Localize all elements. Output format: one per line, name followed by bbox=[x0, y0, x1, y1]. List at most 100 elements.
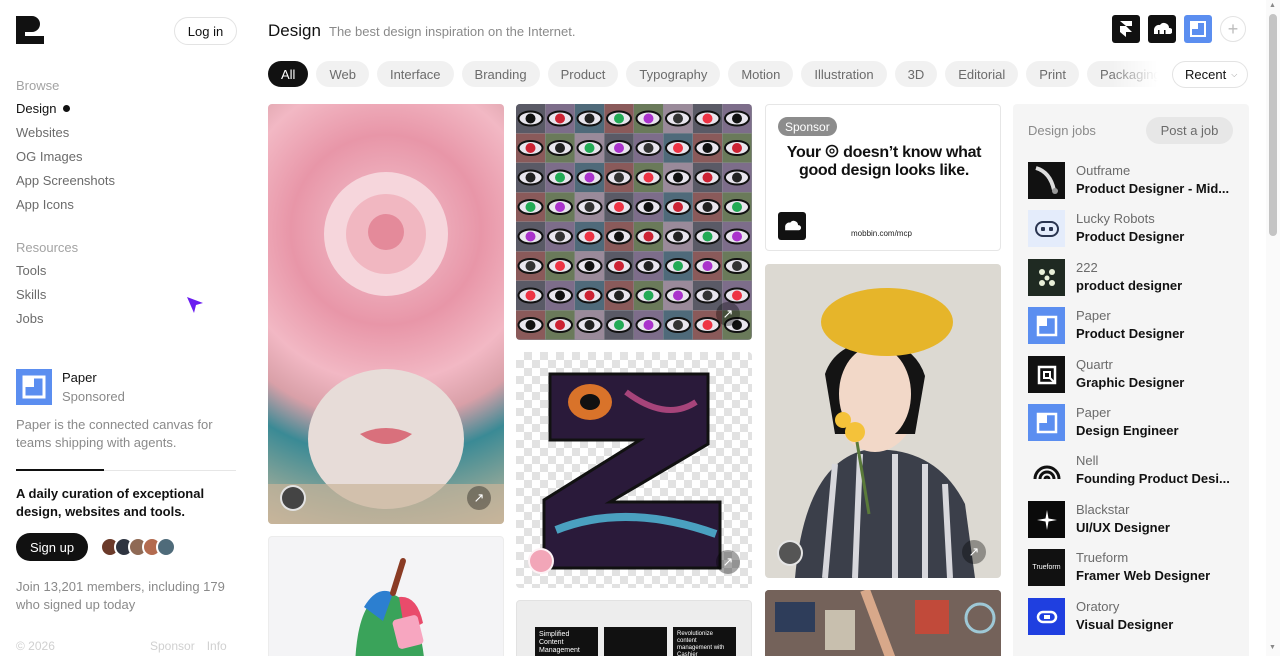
job-listing[interactable]: Paper Product Designer bbox=[1028, 307, 1238, 345]
sort-dropdown[interactable]: Recent ⌵ bbox=[1172, 61, 1248, 88]
nell-logo-icon bbox=[1028, 452, 1065, 489]
openai-logo-icon bbox=[825, 144, 839, 158]
job-company: 222 bbox=[1076, 260, 1098, 275]
jobs-title: Design jobs bbox=[1028, 123, 1096, 138]
job-title: product designer bbox=[1076, 278, 1183, 293]
avatar[interactable] bbox=[777, 540, 803, 566]
job-company: Lucky Robots bbox=[1076, 211, 1155, 226]
nav-item-tools[interactable]: Tools bbox=[16, 263, 46, 278]
nav-item-websites[interactable]: Websites bbox=[16, 125, 69, 140]
join-text: Join 13,201 members, including 179 who s… bbox=[16, 579, 225, 612]
job-listing[interactable]: Blackstar UI/UX Designer bbox=[1028, 501, 1238, 539]
chip-web[interactable]: Web bbox=[316, 61, 369, 87]
chip-interface[interactable]: Interface bbox=[376, 61, 454, 87]
footer-link-sponsor[interactable]: Sponsor bbox=[150, 639, 195, 653]
avatar[interactable] bbox=[528, 548, 554, 574]
design-card-flower-portrait[interactable]: ↗ bbox=[268, 104, 504, 524]
nav-item-og-images[interactable]: OG Images bbox=[16, 149, 82, 164]
job-company: Blackstar bbox=[1076, 502, 1130, 517]
open-external-icon[interactable]: ↗ bbox=[467, 486, 491, 510]
nav-item-design[interactable]: Design bbox=[16, 101, 71, 116]
chip-product[interactable]: Product bbox=[547, 61, 619, 87]
chip-motion[interactable]: Motion bbox=[728, 61, 794, 87]
chip-typography[interactable]: Typography bbox=[626, 61, 721, 87]
job-listing[interactable]: 222 product designer bbox=[1028, 259, 1238, 297]
avatar[interactable] bbox=[280, 485, 306, 511]
chip-3d[interactable]: 3D bbox=[894, 61, 938, 87]
job-listing[interactable]: Paper Design Engineer bbox=[1028, 404, 1238, 442]
job-listing[interactable]: Outframe Product Designer - Mid... bbox=[1028, 162, 1238, 200]
job-title: Graphic Designer bbox=[1076, 375, 1185, 390]
table-books-art bbox=[765, 590, 1001, 656]
nav-item-jobs[interactable]: Jobs bbox=[16, 311, 43, 326]
open-external-icon[interactable]: ↗ bbox=[962, 540, 986, 564]
chip-illustration[interactable]: Illustration bbox=[801, 61, 887, 87]
scrollbar-thumb[interactable] bbox=[1269, 14, 1277, 236]
scroll-up-arrow-icon[interactable]: ▲ bbox=[1269, 2, 1276, 9]
ad-url: mobbin.com/mcp bbox=[851, 229, 912, 238]
slide-thumbnail: Revolutionize content management with Ca… bbox=[673, 627, 736, 656]
signup-button[interactable]: Sign up bbox=[16, 533, 88, 561]
design-card-beret-girl[interactable]: ↗ bbox=[765, 264, 1001, 578]
sponsor-ad-card[interactable]: Sponsor Your doesn’t know what good desi… bbox=[765, 104, 1001, 251]
login-button[interactable]: Log in bbox=[174, 17, 237, 45]
add-icon[interactable]: + bbox=[1220, 16, 1246, 42]
design-card-eyes-grid[interactable]: ↗ bbox=[516, 104, 752, 340]
active-dot-icon bbox=[63, 105, 71, 112]
sponsor-label: Sponsored bbox=[62, 389, 125, 404]
design-card-slides[interactable]: Simplified Content Management Revolution… bbox=[516, 600, 752, 656]
mouse-cursor-icon bbox=[187, 297, 203, 313]
footer-copyright: © 2026 bbox=[16, 639, 55, 653]
quartr-logo-icon bbox=[1028, 356, 1065, 393]
cloud-app-icon[interactable] bbox=[1148, 15, 1176, 43]
design-card-illustration[interactable] bbox=[268, 536, 504, 656]
job-listing[interactable]: Trueform Trueform Framer Web Designer bbox=[1028, 549, 1238, 587]
open-external-icon[interactable]: ↗ bbox=[716, 302, 740, 326]
job-company: Outframe bbox=[1076, 163, 1131, 178]
lucky-robots-logo-icon bbox=[1028, 210, 1065, 247]
page-scrollbar[interactable]: ▲ ▼ bbox=[1266, 0, 1280, 656]
job-company: Quartr bbox=[1076, 357, 1113, 372]
nav-item-app-icons[interactable]: App Icons bbox=[16, 197, 74, 212]
footer-link-info[interactable]: Info bbox=[207, 639, 227, 653]
post-job-button[interactable]: Post a job bbox=[1146, 117, 1233, 144]
job-title: Product Designer bbox=[1076, 229, 1185, 244]
paper-logo-icon bbox=[1028, 404, 1065, 441]
sponsor-progress-fill bbox=[16, 469, 104, 471]
nav-item-label: Design bbox=[16, 101, 57, 116]
job-listing[interactable]: Lucky Robots Product Designer bbox=[1028, 210, 1238, 248]
blackstar-logo-icon bbox=[1028, 501, 1065, 538]
job-company: Nell bbox=[1076, 453, 1099, 468]
chip-all[interactable]: All bbox=[268, 61, 309, 87]
sort-value: Recent bbox=[1185, 67, 1227, 82]
flower-portrait-art bbox=[268, 172, 504, 524]
sponsor-name: Paper bbox=[62, 370, 97, 385]
eyes-grid-art bbox=[516, 104, 752, 340]
job-company: Trueform bbox=[1076, 550, 1129, 565]
site-logo-icon[interactable] bbox=[16, 16, 44, 44]
chip-print[interactable]: Print bbox=[1026, 61, 1079, 87]
trueform-logo-icon: Trueform bbox=[1028, 549, 1065, 586]
open-external-icon[interactable]: ↗ bbox=[716, 550, 740, 574]
character-illustration-art bbox=[355, 558, 424, 656]
job-title: Founding Product Desi... bbox=[1076, 471, 1230, 486]
scroll-down-arrow-icon[interactable]: ▼ bbox=[1269, 644, 1276, 651]
paper-app-icon[interactable] bbox=[1184, 15, 1212, 43]
chip-editorial[interactable]: Editorial bbox=[945, 61, 1019, 87]
nav-item-skills[interactable]: Skills bbox=[16, 287, 46, 302]
framer-icon[interactable] bbox=[1112, 15, 1140, 43]
oratory-logo-icon bbox=[1028, 598, 1065, 635]
design-card-table-books[interactable] bbox=[765, 590, 1001, 656]
design-card-letter-z[interactable]: ↗ bbox=[516, 352, 752, 588]
chevron-down-icon: ⌵ bbox=[1231, 69, 1238, 79]
beret-girl-art bbox=[795, 288, 975, 578]
job-listing[interactable]: Oratory Visual Designer bbox=[1028, 598, 1238, 636]
job-company: Paper bbox=[1076, 405, 1111, 420]
slide-thumbnail: Simplified Content Management bbox=[535, 627, 598, 656]
nav-item-app-screenshots[interactable]: App Screenshots bbox=[16, 173, 115, 188]
chip-branding[interactable]: Branding bbox=[461, 61, 540, 87]
job-listing[interactable]: Quartr Graphic Designer bbox=[1028, 356, 1238, 394]
job-listing[interactable]: Nell Founding Product Desi... bbox=[1028, 452, 1238, 490]
slide-thumbnail bbox=[604, 627, 667, 656]
paper-logo-icon bbox=[16, 369, 52, 405]
